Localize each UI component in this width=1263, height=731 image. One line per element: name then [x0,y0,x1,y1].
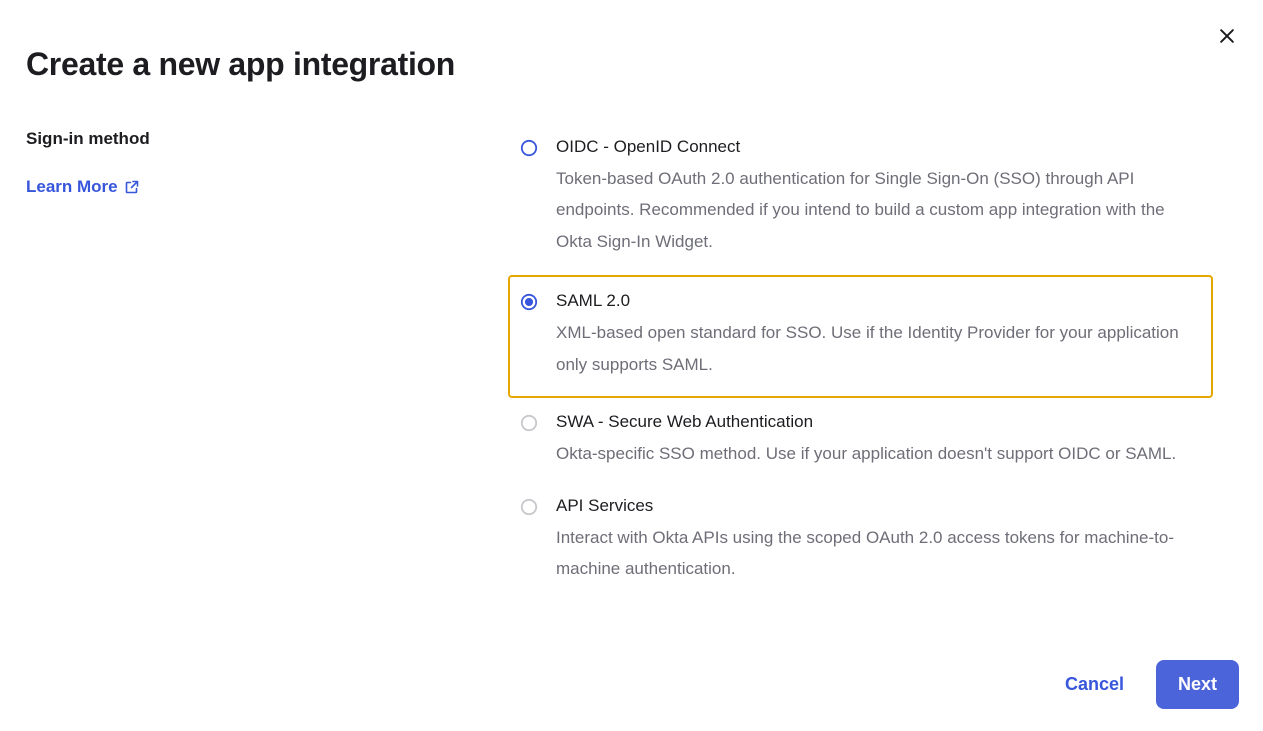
external-link-icon [124,179,140,195]
option-title: SWA - Secure Web Authentication [556,412,1203,432]
left-column: Sign-in method Learn More [26,129,520,197]
sign-in-method-options: OIDC - OpenID Connect Token-based OAuth … [520,129,1243,603]
radio-api-services[interactable] [520,498,538,516]
radio-unselected-icon [520,139,538,157]
modal-title: Create a new app integration [26,46,1243,83]
close-icon [1217,26,1237,46]
option-desc: XML-based open standard for SSO. Use if … [556,317,1197,380]
option-swa[interactable]: SWA - Secure Web Authentication Okta-spe… [520,404,1213,483]
option-desc: Okta-specific SSO method. Use if your ap… [556,438,1203,469]
option-oidc[interactable]: OIDC - OpenID Connect Token-based OAuth … [520,129,1213,271]
option-title: API Services [556,496,1203,516]
radio-disabled-icon [520,498,538,516]
next-button[interactable]: Next [1156,660,1239,709]
radio-disabled-icon [520,414,538,432]
radio-saml[interactable] [520,293,538,311]
option-desc: Interact with Okta APIs using the scoped… [556,522,1203,585]
radio-oidc[interactable] [520,139,538,157]
create-app-integration-modal: Create a new app integration Sign-in met… [0,0,1263,731]
radio-selected-icon [520,293,538,311]
radio-swa[interactable] [520,414,538,432]
close-button[interactable] [1217,26,1241,50]
option-title: OIDC - OpenID Connect [556,137,1203,157]
option-desc: Token-based OAuth 2.0 authentication for… [556,163,1203,257]
option-title: SAML 2.0 [556,291,1197,311]
cancel-button[interactable]: Cancel [1061,666,1128,703]
learn-more-link[interactable]: Learn More [26,177,140,197]
option-api-services[interactable]: API Services Interact with Okta APIs usi… [520,488,1213,599]
modal-footer: Cancel Next [1061,660,1239,709]
section-label: Sign-in method [26,129,520,149]
option-saml[interactable]: SAML 2.0 XML-based open standard for SSO… [508,275,1213,398]
learn-more-text: Learn More [26,177,118,197]
